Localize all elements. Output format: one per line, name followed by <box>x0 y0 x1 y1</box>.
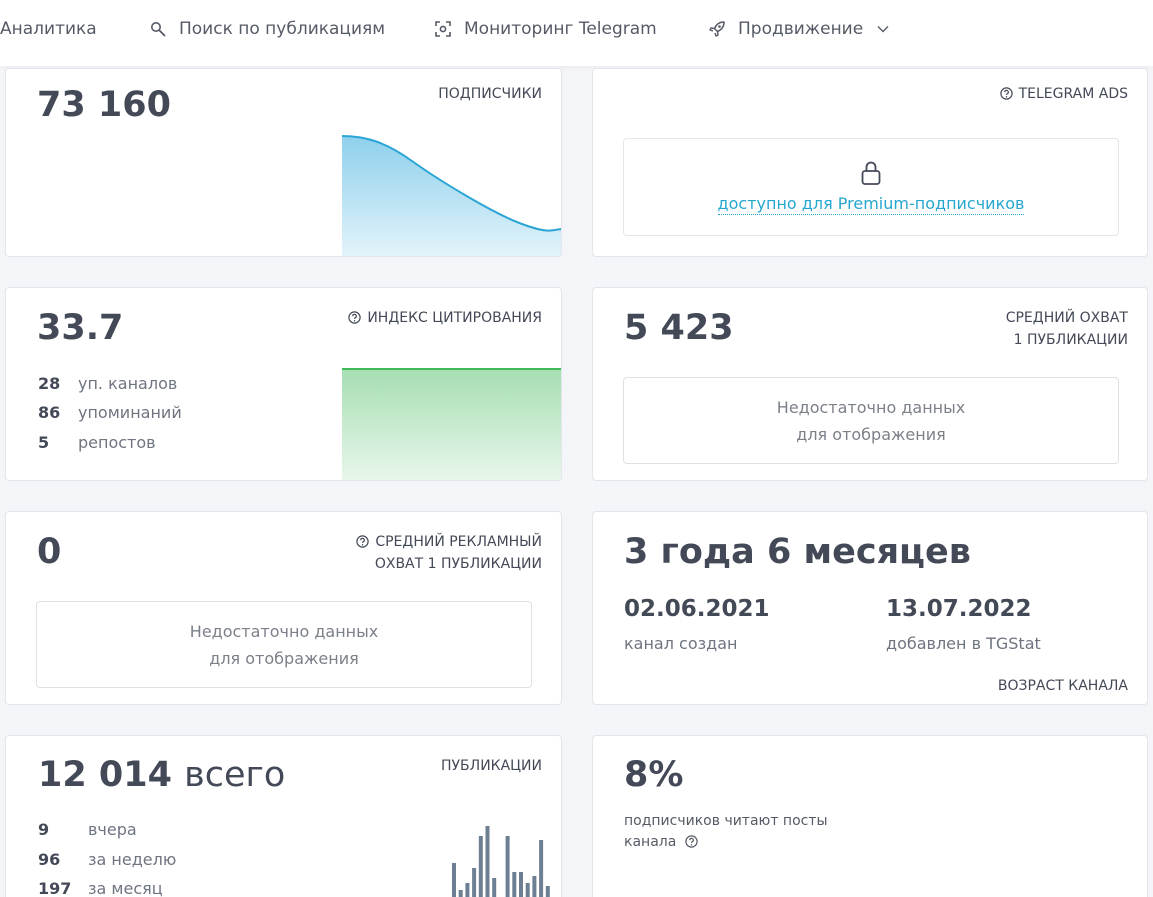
nav-item-label: Продвижение <box>738 19 864 39</box>
nav-item-label: Аналитика <box>0 19 97 39</box>
help-icon[interactable] <box>999 87 1013 100</box>
average-ad-reach-empty: Недостаточно данных для отображения <box>36 601 532 688</box>
publications-chart[interactable] <box>452 822 556 897</box>
publications-bar[interactable] <box>478 836 483 897</box>
subscribers-chart-area <box>342 136 561 256</box>
nav-item-monitoring[interactable]: Мониторинг Telegram <box>434 19 657 39</box>
average-reach-empty: Недостаточно данных для отображения <box>623 377 1119 464</box>
rocket-icon <box>709 21 725 37</box>
channel-created-date: 02.06.2021 <box>624 596 770 622</box>
nav-item-label: Поиск по публикациям <box>179 19 386 39</box>
channel-created-label: канал создан <box>624 634 738 653</box>
monitoring-icon <box>435 21 451 37</box>
publications-bar[interactable] <box>465 883 470 897</box>
citation-index-value: 33.7 <box>37 308 124 348</box>
publications-bar[interactable] <box>472 868 477 897</box>
premium-link[interactable]: доступно для Premium-подписчиков <box>717 194 1025 215</box>
citation-chart[interactable] <box>342 366 562 481</box>
publications-bar[interactable] <box>485 826 490 897</box>
citation-stat-reposts: 5 репостов <box>38 433 156 452</box>
telegram-ads-caption: TELEGRAM ADS <box>999 83 1128 105</box>
readers-description: подписчиков читают посты канала <box>624 813 828 850</box>
publications-stat-week: 96 за неделю <box>38 850 177 869</box>
chevron-down-icon[interactable] <box>877 25 889 33</box>
subscribers-count: 73 160 <box>37 85 171 125</box>
citation-chart-area <box>342 369 561 480</box>
channel-added-date: 13.07.2022 <box>886 596 1032 622</box>
publications-bar[interactable] <box>519 872 523 897</box>
subscribers-caption: ПОДПИСЧИКИ <box>438 86 542 102</box>
nav-item-label: Мониторинг Telegram <box>464 19 657 39</box>
average-reach-card: 5 423 СРЕДНИЙ ОХВАТ 1 ПУБЛИКАЦИИ Недостат… <box>592 287 1148 481</box>
publications-bar[interactable] <box>512 872 517 897</box>
publications-total: 12 014 всего <box>38 755 286 795</box>
nav-item-promotion[interactable]: Продвижение <box>708 19 889 39</box>
lock-icon <box>861 161 881 185</box>
average-reach-value: 5 423 <box>624 308 734 348</box>
subscribers-chart[interactable] <box>342 133 562 257</box>
top-navigation: Аналитика Поиск по публикациям Мониторин… <box>0 0 1153 66</box>
readers-card: 8% подписчиков читают посты канала <box>592 735 1148 897</box>
telegram-ads-card: TELEGRAM ADS доступно для Premium-подпис… <box>592 68 1148 257</box>
publications-bar[interactable] <box>458 890 463 897</box>
average-ad-reach-value: 0 <box>37 532 62 572</box>
publications-caption: ПУБЛИКАЦИИ <box>441 758 542 774</box>
citation-stat-channels: 28 уп. каналов <box>38 374 178 393</box>
publications-stat-yesterday: 9 вчера <box>38 820 137 839</box>
subscribers-card: 73 160 ПОДПИСЧИКИ <box>5 68 562 257</box>
channel-age-value: 3 года 6 месяцев <box>624 532 971 572</box>
readers-percent: 8% <box>624 755 684 795</box>
publications-bar[interactable] <box>545 886 550 897</box>
publications-bar[interactable] <box>505 836 510 897</box>
publications-bar[interactable] <box>452 863 456 897</box>
average-reach-caption: СРЕДНИЙ ОХВАТ 1 ПУБЛИКАЦИИ <box>1005 310 1128 348</box>
channel-added-label: добавлен в TGStat <box>886 634 1041 653</box>
nav-item-search[interactable]: Поиск по публикациям <box>150 19 385 39</box>
publications-stat-month: 197 за месяц <box>38 879 163 897</box>
citation-stat-mentions: 86 упоминаний <box>38 403 182 422</box>
channel-age-caption: ВОЗРАСТ КАНАЛА <box>997 678 1128 694</box>
average-ad-reach-caption: СРЕДНИЙ РЕКЛАМНЫЙ ОХВАТ 1 ПУБЛИКАЦИИ <box>356 531 542 575</box>
citation-index-card: 33.7 ИНДЕКС ЦИТИРОВАНИЯ 28 уп. каналов 86… <box>5 287 562 481</box>
help-icon[interactable] <box>348 311 362 324</box>
search-icon <box>151 21 166 36</box>
premium-lock-box: доступно для Premium-подписчиков <box>623 138 1119 236</box>
channel-age-card: 3 года 6 месяцев 02.06.2021 канал создан… <box>592 511 1148 705</box>
publications-card: 12 014 всего ПУБЛИКАЦИИ 9 вчера 96 за неде… <box>5 735 562 897</box>
publications-bar[interactable] <box>539 840 544 897</box>
help-icon[interactable] <box>685 835 698 848</box>
help-icon[interactable] <box>356 535 370 548</box>
nav-item-analytics[interactable]: Аналитика <box>0 19 97 39</box>
average-ad-reach-card: 0 СРЕДНИЙ РЕКЛАМНЫЙ ОХВАТ 1 ПУБЛИКАЦИИ Н… <box>5 511 562 705</box>
citation-index-caption: ИНДЕКС ЦИТИРОВАНИЯ <box>348 307 542 329</box>
publications-bar[interactable] <box>492 878 497 897</box>
publications-bar[interactable] <box>525 883 530 897</box>
publications-bar[interactable] <box>532 876 537 897</box>
